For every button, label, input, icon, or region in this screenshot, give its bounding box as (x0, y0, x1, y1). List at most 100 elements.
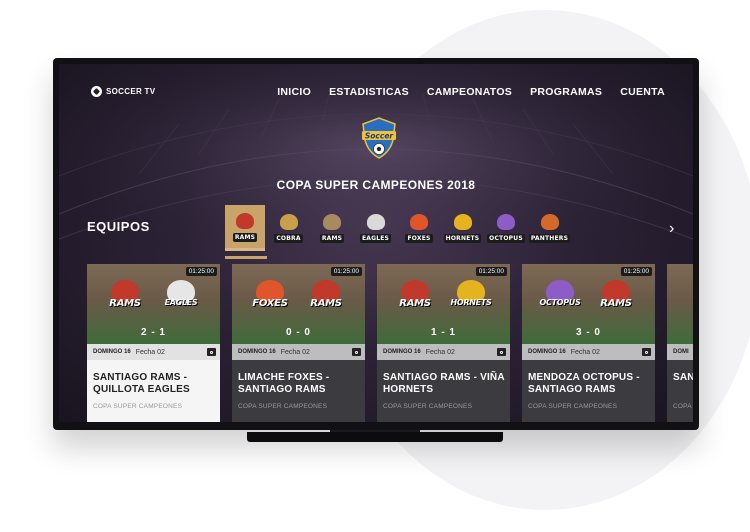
match-thumbnail: 01:25:00 OCTOPUS RAMS 3 - 0 (522, 264, 655, 344)
match-title: SANTIAGO RAMS - VIÑA HORNETS (383, 372, 508, 396)
main-nav: INICIO ESTADISTICAS CAMPEONATOS PROGRAMA… (277, 86, 665, 98)
team-mascot-icon (367, 214, 385, 230)
match-score: 2 - 1 (87, 327, 220, 338)
home-team-name: OCTOPUS (538, 298, 582, 307)
nav-cuenta[interactable]: CUENTA (620, 86, 665, 98)
match-thumbnail: 01:25:00 FOXES RAMS 0 - 0 (232, 264, 365, 344)
team-badge: RAMS (230, 212, 260, 242)
match-thumbnail: 01:25:00RAMSHORNETS1 - 1 (377, 264, 510, 344)
tournament-logo-word: Soccer (365, 132, 395, 141)
team-item-rams[interactable]: RAMS (312, 205, 352, 251)
home-team-name: RAMS (393, 298, 437, 309)
nav-campeonatos[interactable]: CAMPEONATOS (427, 86, 512, 98)
match-card[interactable]: 01:25:00 RAMS EAGLES 2 - 1 DOMINGO 16 Fecha 0… (87, 264, 220, 422)
record-icon (352, 348, 361, 356)
match-meta: DOMINGO 16Fecha 02 (232, 344, 365, 360)
match-score: 3 - 0 (522, 327, 655, 338)
team-badge: OCTOPUS (491, 213, 521, 243)
tournament-logo: Soccer (358, 116, 400, 160)
chevron-right-icon[interactable]: › (669, 220, 674, 238)
match-thumbnail: 01:25:00 RAMS EAGLES 2 - 1 (87, 264, 220, 344)
match-competition: COPA SUPER CAMPEONES (528, 403, 617, 410)
match-date: DOMINGO 16 (93, 349, 131, 355)
team-badge: HORNETS (448, 213, 478, 243)
match-competition: COPA SUPER CAMPEONES (238, 403, 327, 410)
match-date: DOMI (673, 349, 689, 355)
team-badge: COBRA (274, 213, 304, 243)
home-team-crest: FOXES (248, 280, 292, 316)
team-badge: RAMS (317, 213, 347, 243)
record-icon (497, 348, 506, 356)
match-meta: DOMI (667, 344, 693, 360)
brand-name: SOCCER TV (106, 87, 155, 96)
match-meta: DOMINGO 16 Fecha 02 (87, 344, 220, 360)
team-name: RAMS (233, 233, 257, 242)
brand-logo[interactable]: SOCCER TV (91, 86, 155, 97)
away-team-crest: EAGLES (159, 280, 203, 316)
team-mascot-icon (410, 214, 428, 230)
team-mascot-icon (541, 214, 559, 230)
team-item-hornets[interactable]: HORNETS (443, 205, 483, 251)
stage: SOCCER TV INICIO ESTADISTICAS CAMPEONATO… (0, 0, 750, 532)
duration-badge: 01:25:00 (331, 267, 362, 276)
nav-estadisticas[interactable]: ESTADISTICAS (329, 86, 409, 98)
tournament-title: COPA SUPER CAMPEONES 2018 (59, 178, 693, 192)
team-mascot-icon (454, 214, 472, 230)
away-team-crest: RAMS (304, 280, 348, 316)
nav-inicio[interactable]: INICIO (277, 86, 311, 98)
match-title: LIMACHE FOXES - SANTIAGO RAMS (238, 372, 363, 396)
home-team-crest: RAMS (103, 280, 147, 316)
team-item-foxes[interactable]: FOXES (399, 205, 439, 251)
team-name: PANTHERS (529, 234, 570, 243)
team-badge: EAGLES (361, 213, 391, 243)
match-round: Fecha 02 (571, 349, 600, 356)
team-mascot-icon (280, 214, 298, 230)
team-mascot-icon (236, 213, 254, 229)
soccer-ball-icon (91, 86, 102, 97)
team-item-cobra[interactable]: COBRA (269, 205, 309, 251)
team-name: OCTOPUS (487, 234, 525, 243)
team-item-eagles[interactable]: EAGLES (356, 205, 396, 251)
match-score: 1 - 1 (377, 327, 510, 338)
home-team-crest: OCTOPUS (538, 280, 582, 316)
away-team-name: RAMS (594, 298, 638, 309)
duration-badge: 01:25:00 (186, 267, 217, 276)
match-card[interactable]: 01:25:00RAMSHORNETS1 - 1DOMINGO 16Fecha … (377, 264, 510, 422)
duration-badge: 01:25:00 (476, 267, 507, 276)
match-title: SAN QUIL (673, 372, 693, 384)
match-competition: COPA (673, 403, 692, 410)
match-card[interactable]: 01:25:00OCTOPUSRAMS3 - 0DOMINGO 16Fecha … (522, 264, 655, 422)
selected-team-indicator (225, 256, 267, 259)
home-team-name: RAMS (103, 298, 147, 309)
match-round: Fecha 02 (281, 349, 310, 356)
match-date: DOMINGO 16 (383, 349, 421, 355)
team-mascot-icon (497, 214, 515, 230)
team-item-rams[interactable]: RAMS (225, 205, 265, 251)
team-name: COBRA (274, 234, 302, 243)
team-badge: PANTHERS (535, 213, 565, 243)
away-team-name: RAMS (304, 298, 348, 309)
team-name: HORNETS (444, 234, 482, 243)
team-mascot-icon (323, 214, 341, 230)
match-thumbnail (667, 264, 693, 344)
team-name: RAMS (320, 234, 344, 243)
duration-badge: 01:25:00 (621, 267, 652, 276)
record-icon (207, 348, 216, 356)
field-photo (667, 264, 693, 344)
away-team-name: EAGLES (159, 298, 203, 307)
nav-programas[interactable]: PROGRAMAS (530, 86, 602, 98)
team-item-panthers[interactable]: PANTHERS (530, 205, 570, 251)
match-round: Fecha 02 (136, 349, 165, 356)
match-competition: COPA SUPER CAMPEONES (93, 403, 182, 410)
top-bar: SOCCER TV INICIO ESTADISTICAS CAMPEONATO… (59, 64, 693, 116)
away-team-crest: RAMS (594, 280, 638, 316)
match-round: Fecha 02 (426, 349, 455, 356)
team-name: FOXES (405, 234, 432, 243)
match-cards: 01:25:00 RAMS EAGLES 2 - 1 DOMINGO 16 Fecha 0… (87, 264, 693, 422)
team-item-octopus[interactable]: OCTOPUS (486, 205, 526, 251)
match-card[interactable]: 01:25:00 FOXES RAMS 0 - 0 DOMINGO 16Fecha 02… (232, 264, 365, 422)
match-score: 0 - 0 (232, 327, 365, 338)
tv-stand (247, 432, 503, 442)
match-title: MENDOZA OCTOPUS - SANTIAGO RAMS (528, 372, 653, 396)
match-card[interactable]: DOMI SAN QUIL COPA (667, 264, 693, 422)
